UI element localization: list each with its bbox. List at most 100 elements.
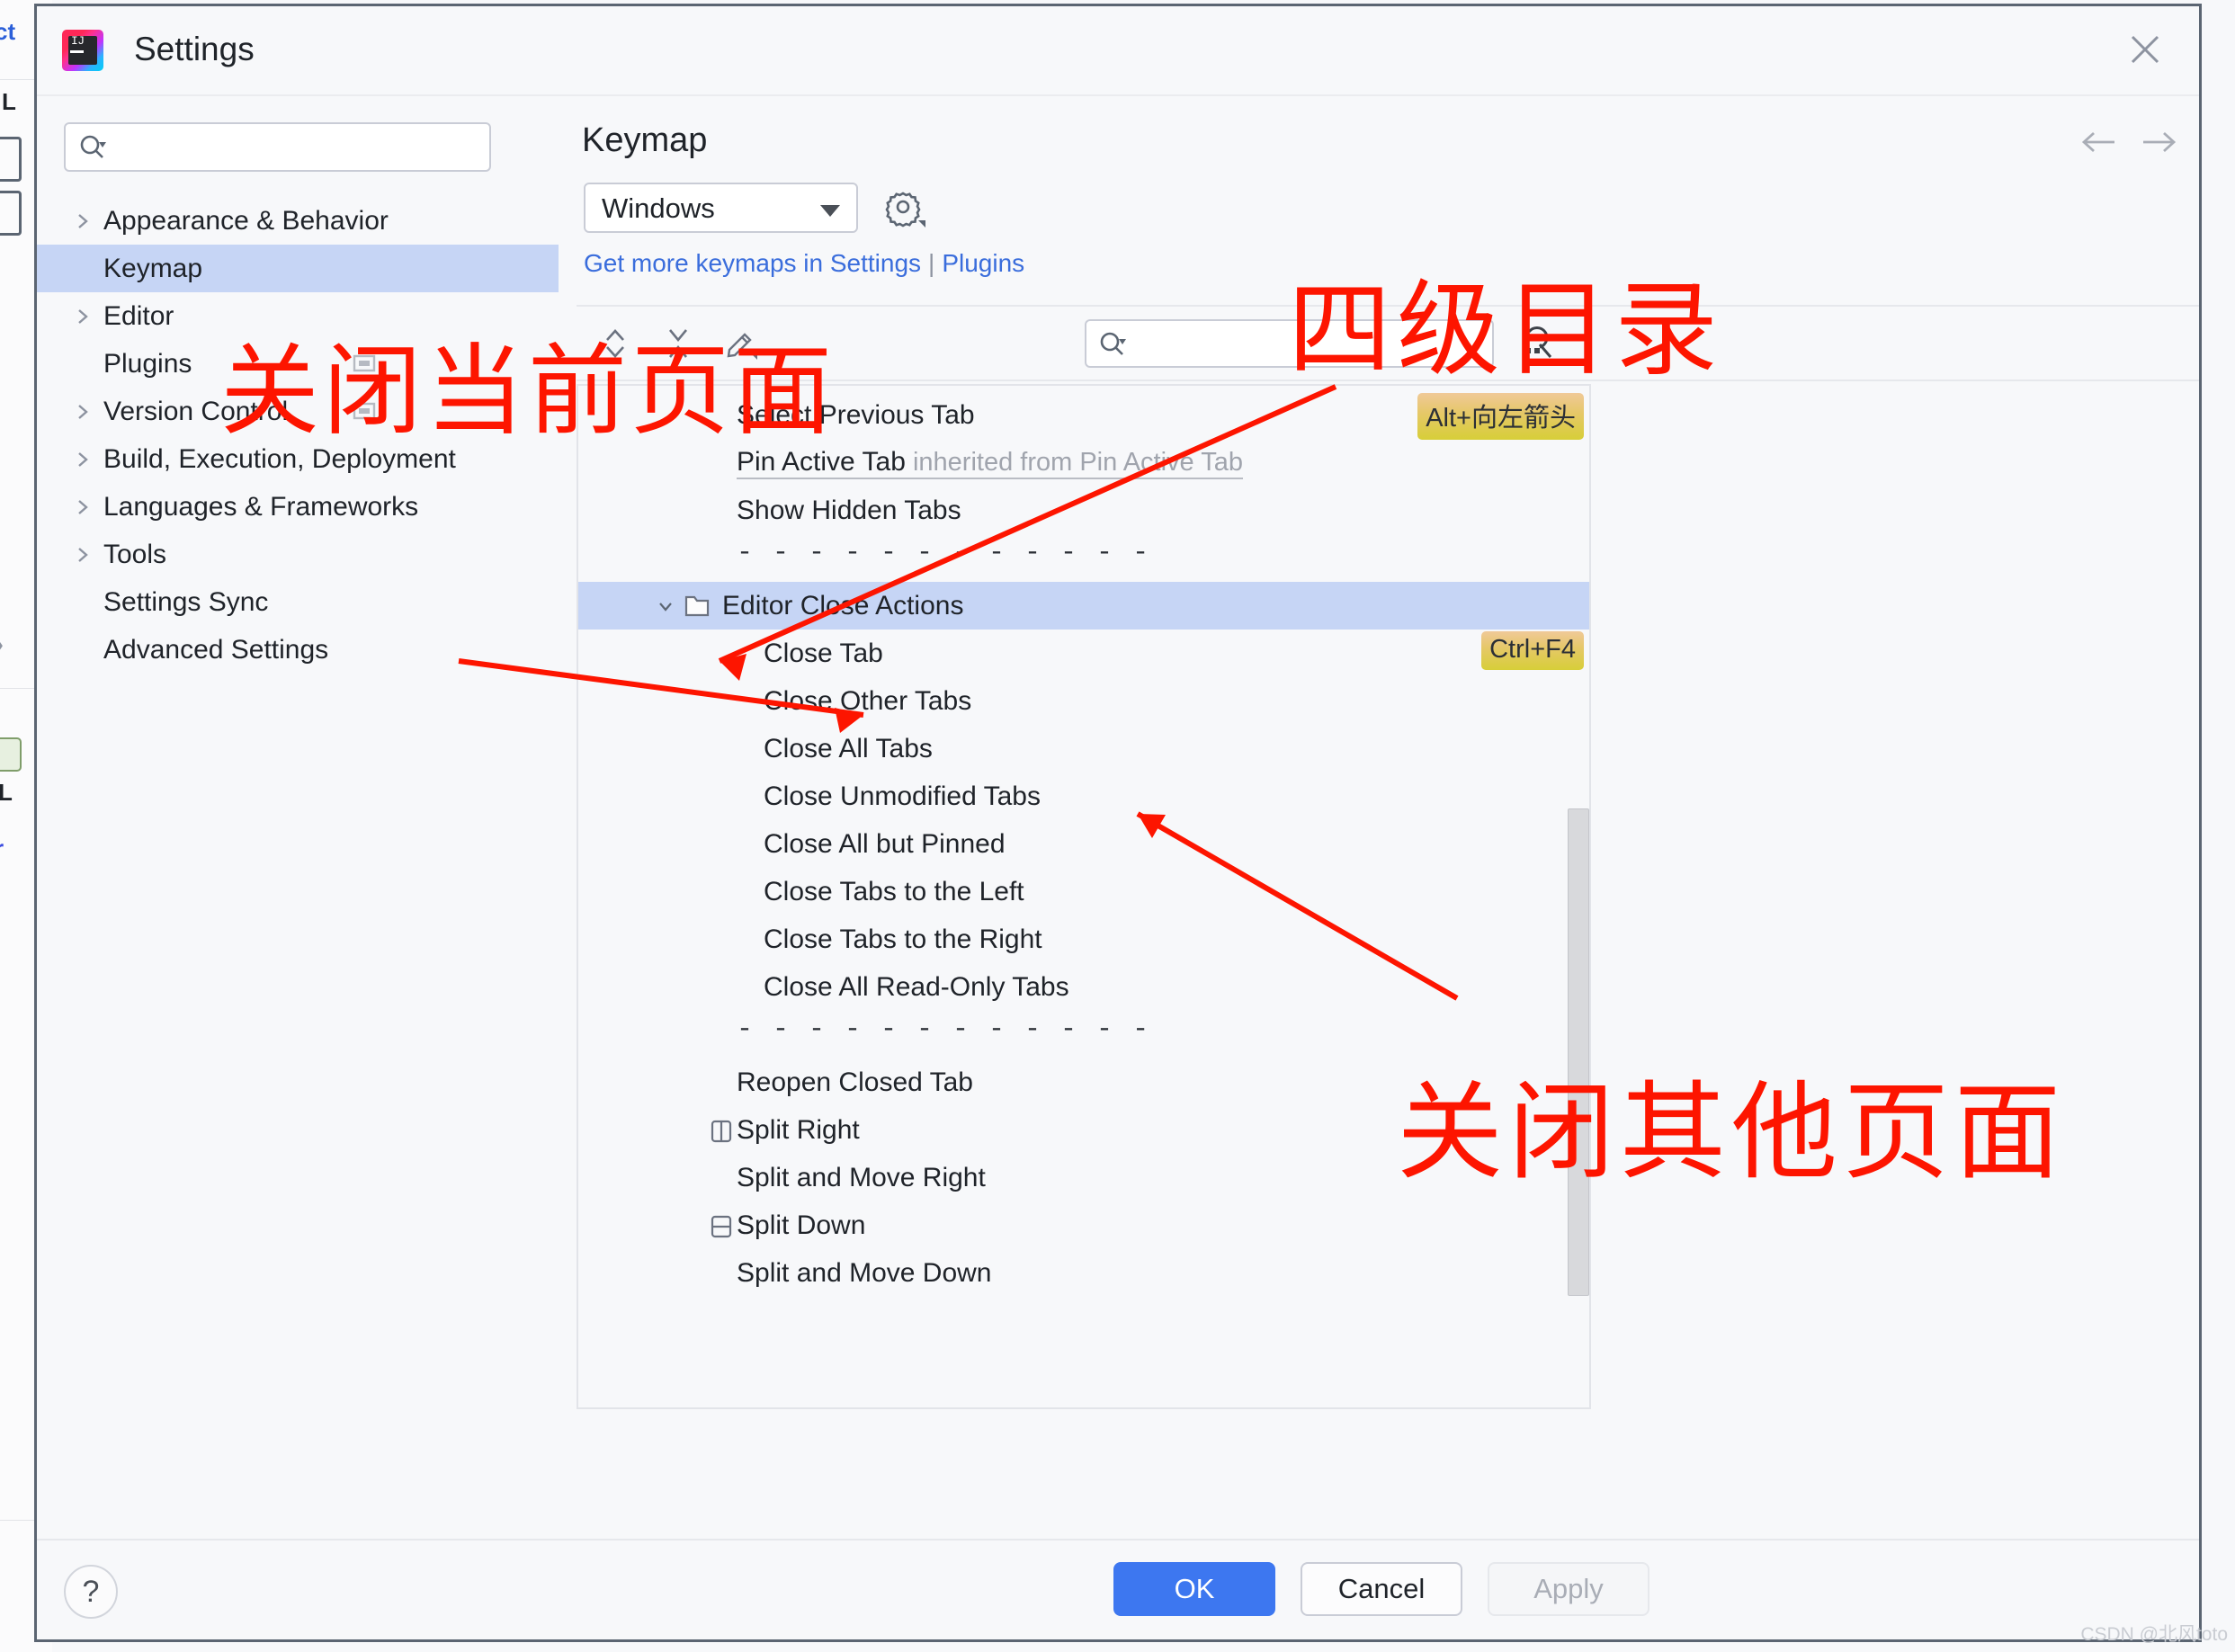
shortcut-action-label: Close Other Tabs — [764, 685, 972, 716]
chevron-right-icon — [73, 544, 103, 566]
settings-sync-badge-icon — [353, 353, 376, 379]
shortcut-action-row[interactable]: Close All Tabs — [578, 725, 1589, 772]
keymap-detail-pane: Keymap Windows Get more keymaps in Setti… — [577, 96, 2199, 1540]
shortcut-action-row[interactable]: Reopen Closed Tab — [578, 1058, 1589, 1106]
search-icon — [1097, 330, 1128, 365]
close-icon[interactable] — [2125, 30, 2165, 69]
chevron-down-icon[interactable] — [654, 596, 677, 616]
shortcut-action-label: Split Down — [737, 1210, 866, 1240]
arrow-right-icon[interactable] — [2140, 127, 2177, 162]
chevron-right-icon — [73, 306, 103, 327]
sidebar-item-tools[interactable]: Tools — [37, 531, 559, 578]
shortcut-action-row[interactable]: Close All but Pinned — [578, 820, 1589, 868]
settings-dialog: IJ Settings Appearance & Behavior Keymap… — [34, 4, 2202, 1642]
shortcut-action-label: Select Previous Tab — [737, 399, 975, 430]
expand-all-icon[interactable] — [595, 323, 636, 364]
shortcut-tree-scrollbar[interactable] — [1568, 808, 1589, 1296]
shortcut-action-label: Close Tabs to the Right — [764, 924, 1042, 954]
shortcut-action-row[interactable]: Split Right — [578, 1106, 1589, 1154]
settings-sync-badge-icon — [353, 400, 376, 426]
search-input[interactable] — [121, 129, 476, 167]
shortcut-action-row[interactable]: Split Down — [578, 1201, 1589, 1249]
plugins-link[interactable]: Plugins — [942, 249, 1024, 277]
chevron-right-icon — [73, 401, 103, 423]
edit-pencil-icon[interactable] — [720, 323, 762, 364]
chevron-right-icon — [73, 449, 103, 470]
shortcut-toolbar — [595, 323, 762, 364]
sidebar-item-plugins[interactable]: Plugins — [37, 340, 559, 388]
sidebar-item-label: Settings Sync — [103, 586, 269, 617]
gear-icon[interactable] — [882, 186, 927, 231]
divider — [577, 380, 2199, 381]
ok-button[interactable]: OK — [1113, 1562, 1275, 1616]
keymap-select-value: Windows — [602, 192, 715, 224]
bg-fragment-highlight — [0, 737, 22, 772]
collapse-all-icon[interactable] — [657, 323, 699, 364]
sidebar-item-label: Keymap — [103, 253, 203, 283]
shortcut-action-row[interactable]: Split and Move Down — [578, 1249, 1589, 1297]
shortcut-action-row[interactable]: Close Tabs to the Left — [578, 868, 1589, 915]
dialog-content: Appearance & Behavior Keymap Editor Plugins… — [37, 96, 2199, 1540]
shortcut-action-row[interactable]: Split and Move Right — [578, 1154, 1589, 1201]
settings-sidebar: Appearance & Behavior Keymap Editor Plugins… — [37, 96, 577, 1540]
sidebar-item-label: Version Control — [103, 396, 289, 426]
bg-fragment-box — [0, 191, 22, 236]
sidebar-item-keymap[interactable]: Keymap — [37, 245, 559, 292]
shortcut-action-label: Editor Close Actions — [722, 590, 964, 621]
shortcut-action-label: Split Right — [737, 1114, 860, 1145]
shortcut-group-row[interactable]: Editor Close Actions — [578, 582, 1589, 630]
shortcut-action-label: Split and Move Down — [737, 1257, 992, 1288]
shortcut-action-row[interactable]: Close Tabs to the Right — [578, 915, 1589, 963]
shortcut-action-row[interactable]: Show Hidden Tabs — [578, 487, 1589, 534]
dialog-footer: ? OK Cancel Apply — [37, 1539, 2199, 1639]
cancel-button[interactable]: Cancel — [1301, 1562, 1462, 1616]
watermark: CSDN @北风toto — [2080, 1624, 2228, 1645]
sidebar-item-advanced-settings[interactable]: Advanced Settings — [37, 626, 559, 674]
search-icon — [77, 133, 108, 168]
shortcut-search-input[interactable] — [1139, 326, 1477, 362]
arrow-left-icon[interactable] — [2080, 127, 2118, 162]
folder-icon — [683, 593, 711, 620]
sidebar-item-build-execution-deployment[interactable]: Build, Execution, Deployment — [37, 435, 559, 483]
sidebar-item-label: Tools — [103, 539, 167, 569]
shortcut-search-field[interactable] — [1085, 319, 1494, 368]
sidebar-item-appearance-behavior[interactable]: Appearance & Behavior — [37, 197, 559, 245]
shortcut-action-row[interactable]: Close Unmodified Tabs — [578, 772, 1589, 820]
sidebar-item-settings-sync[interactable]: Settings Sync — [37, 578, 559, 626]
chevron-right-icon — [73, 496, 103, 518]
bg-fragment-text: ct — [0, 18, 16, 45]
help-button[interactable]: ? — [64, 1565, 118, 1619]
apply-button[interactable]: Apply — [1488, 1562, 1649, 1616]
find-by-shortcut-icon[interactable] — [1516, 323, 1560, 366]
keymap-links: Get more keymaps in Settings | Plugins — [584, 249, 1024, 278]
shortcut-action-label: Close All but Pinned — [764, 828, 1006, 859]
bg-fragment-letter: L — [2, 88, 16, 115]
shortcut-action-row[interactable]: Close Tab Ctrl+F4 — [578, 630, 1589, 677]
shortcut-action-row[interactable]: Close Other Tabs — [578, 677, 1589, 725]
shortcut-key-badge: Ctrl+F4 — [1481, 631, 1584, 670]
shortcut-action-row[interactable]: Pin Active Tab inherited from Pin Active… — [578, 439, 1589, 487]
shortcut-action-label: Reopen Closed Tab — [737, 1067, 973, 1097]
shortcut-action-label: Close All Tabs — [764, 733, 933, 763]
shortcut-action-row[interactable]: Close All Read-Only Tabs — [578, 963, 1589, 1011]
shortcut-group-separator: - - - - - - - - - - - - — [737, 538, 1151, 568]
shortcut-action-label: Close Unmodified Tabs — [764, 781, 1041, 811]
sidebar-item-label: Languages & Frameworks — [103, 491, 419, 522]
bg-fragment-letter: r — [0, 835, 4, 862]
sidebar-item-languages-frameworks[interactable]: Languages & Frameworks — [37, 483, 559, 531]
page-title: Settings — [134, 31, 255, 67]
shortcut-action-label: Show Hidden Tabs — [737, 495, 961, 525]
dialog-title-bar: IJ Settings — [37, 6, 2199, 96]
sidebar-item-version-control[interactable]: Version Control — [37, 388, 559, 435]
get-more-keymaps-link[interactable]: Get more keymaps in Settings — [584, 249, 921, 277]
shortcut-action-row[interactable]: Select Previous Tab Alt+向左箭头 — [578, 391, 1589, 440]
bg-fragment-chevron: › — [0, 630, 4, 660]
sidebar-item-label: Build, Execution, Deployment — [103, 443, 456, 474]
sidebar-search-field[interactable] — [64, 122, 491, 172]
keymap-select-dropdown[interactable]: Windows — [584, 183, 858, 233]
bg-fragment-glyph: ╯ — [0, 701, 6, 731]
sidebar-item-editor[interactable]: Editor — [37, 292, 559, 340]
shortcut-action-label: Close Tabs to the Left — [764, 876, 1024, 906]
sidebar-item-label: Advanced Settings — [103, 634, 329, 665]
chevron-down-icon — [820, 205, 840, 217]
